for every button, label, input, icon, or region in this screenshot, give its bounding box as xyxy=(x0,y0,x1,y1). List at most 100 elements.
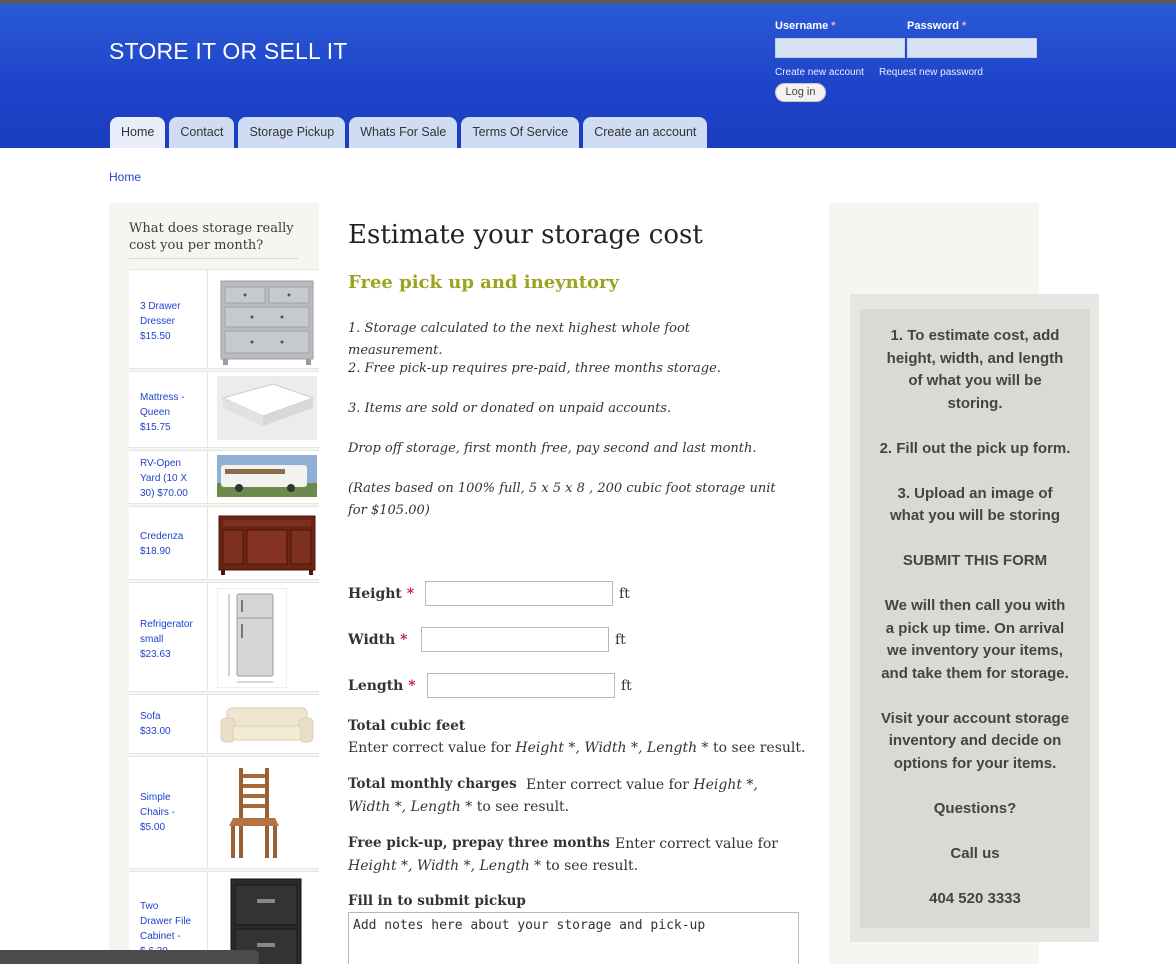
product-link[interactable]: Refrigerator small $23.63 xyxy=(140,617,202,662)
product-name: Yard (10 X xyxy=(140,473,188,484)
info-line: and take them for storage. xyxy=(881,664,1069,682)
product-name: RV-Open xyxy=(140,458,181,469)
product-price: 30) $70.00 xyxy=(140,488,188,499)
chair-image xyxy=(217,762,291,862)
product-name: Credenza xyxy=(140,531,184,542)
pickup-notes-textarea[interactable]: Add notes here about your storage and pi… xyxy=(348,912,799,964)
product-name: Queen xyxy=(140,407,171,418)
nav-tab-create-account[interactable]: Create an account xyxy=(583,117,708,148)
info-line: we inventory your items, xyxy=(887,642,1063,659)
nav-tab-whats-for-sale[interactable]: Whats For Sale xyxy=(349,117,458,148)
product-price: $18.90 xyxy=(140,546,171,557)
product-name: Chairs - xyxy=(140,807,176,818)
product-row: Simple Chairs - $5.00 xyxy=(129,756,319,869)
info-line: 1. To estimate cost, add xyxy=(890,327,1060,344)
fill-in-label: Fill in to submit pickup xyxy=(348,893,526,909)
result-suffix: to see result. xyxy=(476,799,570,815)
width-label: Width * xyxy=(348,632,407,648)
info-line: what you will be storing xyxy=(889,507,1060,524)
username-input[interactable] xyxy=(775,38,905,58)
length-label-text: Length xyxy=(348,678,404,694)
info-line: 2. Fill out the pick up form. xyxy=(879,439,1071,457)
width-unit: ft xyxy=(615,632,626,648)
product-price: $15.75 xyxy=(140,422,171,433)
product-name: Cabinet - xyxy=(140,931,181,942)
product-price: $33.00 xyxy=(140,726,171,737)
cell-divider xyxy=(207,757,208,868)
total-monthly-result: Enter correct value for Height *, Width … xyxy=(348,774,798,818)
refrigerator-image xyxy=(217,588,287,688)
info-line: height, width, and length xyxy=(886,349,1064,367)
product-row: 3 Drawer Dresser $15.50 xyxy=(129,269,319,369)
sidebar-title: What does storage really cost you per mo… xyxy=(129,221,294,253)
password-label-text: Password xyxy=(907,20,959,32)
info-line: a pick up time. On arrival xyxy=(885,619,1065,637)
status-overlay-bar xyxy=(0,950,259,964)
info-line: Visit your account storage xyxy=(880,709,1070,727)
sidebar-left: What does storage really cost you per mo… xyxy=(109,203,319,964)
page-subtitle: Free pick up and ineyntory xyxy=(348,272,619,293)
product-row: RV-Open Yard (10 X 30) $70.00 xyxy=(129,450,319,504)
info-line: storing. xyxy=(947,394,1003,412)
cell-divider xyxy=(207,372,208,447)
info-line: options for your items. xyxy=(893,754,1057,772)
product-link[interactable]: Simple Chairs - $5.00 xyxy=(140,790,202,835)
length-input[interactable] xyxy=(427,673,615,698)
product-row: Credenza $18.90 xyxy=(129,506,319,580)
length-label: Length * xyxy=(348,678,416,694)
info-line: 3. Upload an image of xyxy=(897,484,1053,502)
cell-divider xyxy=(207,507,208,579)
nav-tab-home[interactable]: Home xyxy=(110,117,166,148)
breadcrumb-home[interactable]: Home xyxy=(109,170,141,184)
product-price: $5.00 xyxy=(140,822,166,833)
sofa-image xyxy=(217,700,317,752)
product-link[interactable]: Mattress - Queen $15.75 xyxy=(140,390,202,435)
product-name: Simple xyxy=(140,792,171,803)
request-password-link[interactable]: Request new password xyxy=(879,67,983,78)
create-account-link[interactable]: Create new account xyxy=(775,67,864,78)
mattress-image xyxy=(217,376,317,440)
product-link[interactable]: Credenza $18.90 xyxy=(140,529,202,559)
width-input[interactable] xyxy=(421,627,609,652)
sidebar-divider xyxy=(129,258,298,259)
nav-tab-contact[interactable]: Contact xyxy=(169,117,235,148)
product-link[interactable]: RV-Open Yard (10 X 30) $70.00 xyxy=(140,456,202,501)
height-label-text: Height xyxy=(348,586,402,602)
total-cubic-result: Enter correct value for Height *, Width … xyxy=(348,737,808,759)
product-row: Mattress - Queen $15.75 xyxy=(129,371,319,448)
required-mark: * xyxy=(962,20,967,32)
height-input[interactable] xyxy=(425,581,613,606)
product-name: Sofa xyxy=(140,711,161,722)
note-storage-calculated: 1. Storage calculated to the next highes… xyxy=(348,321,691,358)
username-label-text: Username xyxy=(775,20,829,32)
login-button[interactable]: Log in xyxy=(775,83,826,102)
rv-image xyxy=(217,455,317,497)
nav-tab-terms[interactable]: Terms Of Service xyxy=(461,117,580,148)
free-pickup-result: Enter correct value for Height *, Width … xyxy=(348,833,778,877)
nav-tab-storage-pickup[interactable]: Storage Pickup xyxy=(238,117,346,148)
info-line: 404 520 3333 xyxy=(929,889,1021,907)
product-name: Two xyxy=(140,901,159,912)
note-rates: (Rates based on 100% full, 5 x 5 x 8 , 2… xyxy=(348,481,776,518)
product-row: Refrigerator small $23.63 xyxy=(129,582,319,692)
required-mark: * xyxy=(831,20,836,32)
required-mark: * xyxy=(408,678,416,694)
product-link[interactable]: 3 Drawer Dresser $15.50 xyxy=(140,299,202,344)
info-line: SUBMIT THIS FORM xyxy=(902,552,1048,569)
info-line: Questions? xyxy=(933,799,1017,817)
cell-divider xyxy=(207,270,208,368)
product-name: small xyxy=(140,634,164,645)
password-input[interactable] xyxy=(907,38,1037,58)
result-prefix: Enter correct value for xyxy=(615,836,778,852)
product-name: 3 Drawer xyxy=(140,301,181,312)
product-name: Drawer File xyxy=(140,916,192,927)
product-row: Sofa $33.00 xyxy=(129,694,319,754)
result-suffix: to see result. xyxy=(545,858,639,874)
cell-divider xyxy=(207,451,208,503)
height-label: Height * xyxy=(348,586,414,602)
result-prefix: Enter correct value for xyxy=(348,740,511,756)
site-name[interactable]: STORE IT OR SELL IT xyxy=(109,38,348,65)
product-name: Dresser xyxy=(140,316,176,327)
product-link[interactable]: Sofa $33.00 xyxy=(140,709,202,739)
required-mark: * xyxy=(406,586,415,602)
